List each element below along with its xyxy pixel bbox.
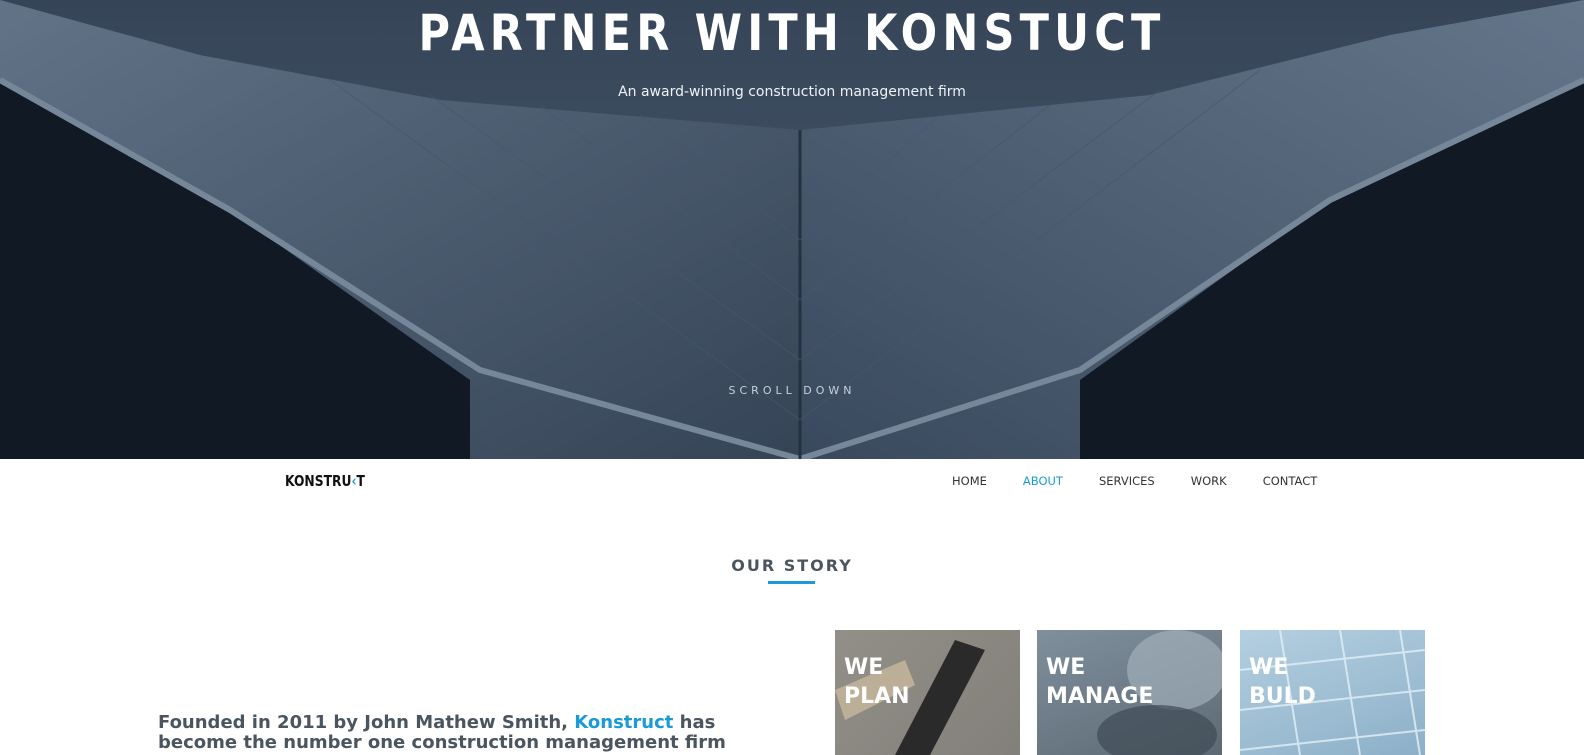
nav-item-home[interactable]: HOME [952,474,987,488]
card-we-build[interactable]: WE BULD [1240,630,1425,755]
card-label: WE PLAN [844,655,910,709]
card-we-manage[interactable]: WE MANAGE [1037,630,1222,755]
hero-banner: PARTNER WITH KONSTUCT An award-winning c… [0,0,1584,459]
card-we-plan[interactable]: WE PLAN [835,630,1020,755]
story-text: Founded in 2011 by John Mathew Smith, Ko… [158,713,748,753]
scroll-down-link[interactable]: SCROLL DOWN [0,384,1584,397]
story-brand-link[interactable]: Konstruct [574,712,673,733]
story-prefix: Founded in 2011 by John Mathew Smith, [158,712,575,733]
logo-text-main: KONSTRU [285,472,352,490]
top-navbar: KONSTRU‹T HOME ABOUT SERVICES WORK CONTA… [0,459,1584,505]
card-label: WE MANAGE [1046,655,1154,709]
hero-subtitle: An award-winning construction management… [618,84,966,100]
nav-item-contact[interactable]: CONTACT [1263,474,1318,488]
nav-item-about[interactable]: ABOUT [1023,474,1063,488]
nav-menu: HOME ABOUT SERVICES WORK CONTACT [952,474,1353,488]
nav-item-work[interactable]: WORK [1191,474,1227,488]
card-label: WE BULD [1249,655,1316,709]
nav-item-services[interactable]: SERVICES [1099,474,1155,488]
hero-title: PARTNER WITH KONSTUCT [418,4,1166,62]
logo-text-end: T [356,472,365,490]
section-title-underline [768,581,815,584]
section-title: OUR STORY [731,556,853,575]
site-logo[interactable]: KONSTRU‹T [285,472,365,490]
